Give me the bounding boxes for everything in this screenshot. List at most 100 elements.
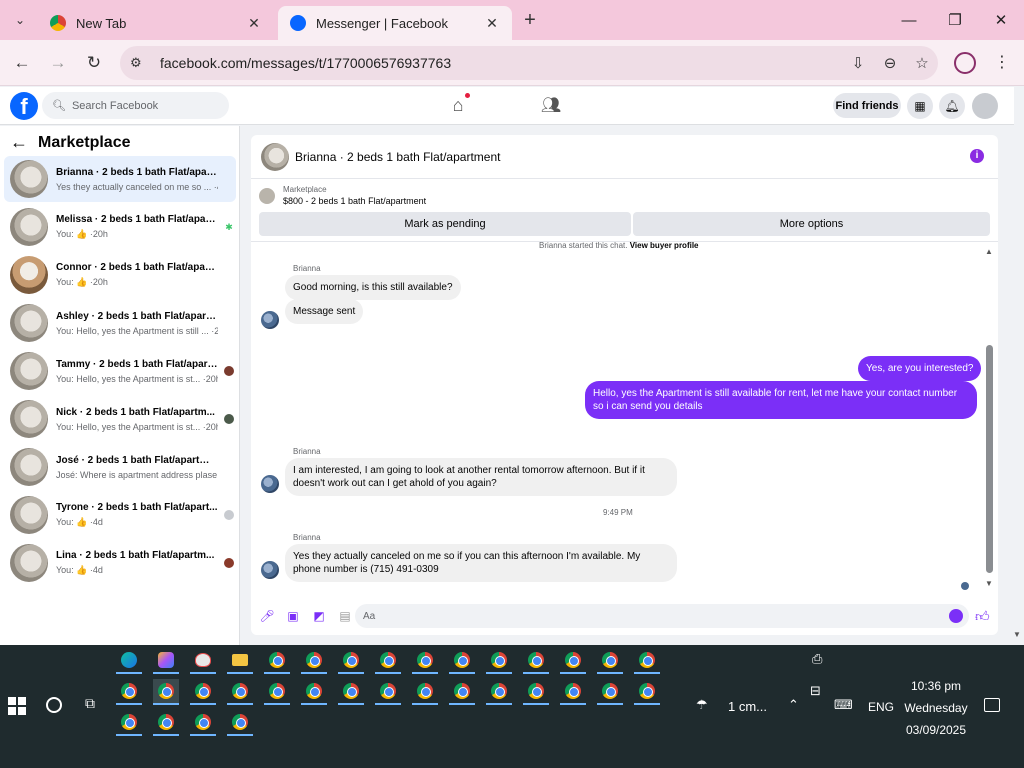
taskbar-app-button[interactable] xyxy=(634,648,660,674)
mark-as-pending-button[interactable]: Mark as pending xyxy=(259,212,631,236)
taskbar-app-button[interactable] xyxy=(634,679,660,705)
facebook-logo[interactable]: f xyxy=(10,92,38,120)
taskbar-app-button[interactable] xyxy=(190,710,216,736)
chat-title[interactable]: Brianna · 2 beds 1 bath Flat/apartment xyxy=(295,150,500,164)
page-scroll-down-arrow-icon[interactable]: ▼ xyxy=(1013,630,1021,639)
taskbar-app-button[interactable] xyxy=(412,679,438,705)
maximize-button[interactable]: ❐ xyxy=(932,0,978,40)
info-icon[interactable]: i xyxy=(970,149,984,163)
url-text[interactable]: facebook.com/messages/t/1770006576937763 xyxy=(160,55,842,71)
sticker-icon[interactable]: ◩ xyxy=(307,609,331,623)
taskbar-app-button[interactable] xyxy=(153,679,179,705)
conversation-item-tammy[interactable]: Tammy · 2 beds 1 bath Flat/apart... You: … xyxy=(4,348,236,394)
find-friends-button[interactable]: Find friends xyxy=(833,93,901,118)
taskbar-app-button[interactable] xyxy=(523,648,549,674)
tab-search-chevron-icon[interactable]: ⌄ xyxy=(8,8,32,32)
zoom-icon[interactable]: ⊖ xyxy=(874,54,906,72)
tab-messenger[interactable]: Messenger | Facebook ✕ xyxy=(278,6,512,40)
notification-center-icon[interactable] xyxy=(984,698,1000,712)
language-indicator[interactable]: ENG xyxy=(868,700,894,714)
taskbar-app-button[interactable] xyxy=(116,679,142,705)
back-arrow-icon[interactable]: ← xyxy=(10,132,28,153)
system-clock[interactable]: 10:36 pm Wednesday 03/09/2025 xyxy=(898,675,974,741)
taskbar-app-button[interactable] xyxy=(560,648,586,674)
taskbar-app-button[interactable] xyxy=(190,648,216,674)
microphone-icon[interactable]: 🎤︎ xyxy=(255,609,279,623)
taskbar-app-button[interactable] xyxy=(116,710,142,736)
message-bubble-incoming[interactable]: Yes they actually canceled on me so if y… xyxy=(285,544,677,582)
camera-icon[interactable]: ⎙ xyxy=(812,651,822,667)
taskbar-app-button[interactable] xyxy=(597,679,623,705)
network-icon[interactable]: ⊟ xyxy=(810,683,821,699)
search-icon[interactable] xyxy=(46,697,62,713)
conversation-item-lina[interactable]: Lina · 2 beds 1 bath Flat/apartm... You: … xyxy=(4,540,236,586)
taskbar-app-button[interactable] xyxy=(486,648,512,674)
friends-icon[interactable]: 👥︎ xyxy=(540,95,562,115)
scroll-down-arrow-icon[interactable]: ▼ xyxy=(985,579,993,588)
message-bubble-outgoing[interactable]: Yes, are you interested? xyxy=(858,356,982,381)
conversation-item-connor[interactable]: Connor · 2 beds 1 bath Flat/apart... You:… xyxy=(4,252,236,298)
notifications-bell-icon[interactable]: 🔔︎ xyxy=(939,93,965,119)
minimize-button[interactable]: — xyxy=(886,0,932,40)
site-info-icon[interactable]: ⚙ xyxy=(130,55,160,71)
browser-menu-icon[interactable]: ⋮ xyxy=(992,52,1012,74)
weather-umbrella-icon[interactable]: ☂ xyxy=(696,697,708,713)
message-bubble-incoming[interactable]: Good morning, is this still available? xyxy=(285,275,461,300)
taskbar-app-button[interactable] xyxy=(449,679,475,705)
chat-scrollbar-thumb[interactable] xyxy=(986,345,993,573)
conversation-item-melissa[interactable]: Melissa · 2 beds 1 bath Flat/apart... You… xyxy=(4,204,236,250)
taskbar-app-button[interactable] xyxy=(597,648,623,674)
photo-icon[interactable]: ▣ xyxy=(281,609,305,623)
taskbar-app-button[interactable] xyxy=(264,648,290,674)
tab-close-icon[interactable]: ✕ xyxy=(484,15,500,32)
message-bubble-incoming[interactable]: I am interested, I am going to look at a… xyxy=(285,458,677,496)
new-tab-button[interactable]: + xyxy=(518,8,542,32)
taskbar-app-button[interactable] xyxy=(449,648,475,674)
conversation-item-tyrone[interactable]: Tyrone · 2 beds 1 bath Flat/apart... You:… xyxy=(4,492,236,538)
back-arrow-icon[interactable]: ← xyxy=(9,50,35,76)
scroll-down-area[interactable]: ▼ xyxy=(985,579,993,589)
account-avatar[interactable] xyxy=(972,93,998,119)
task-view-icon[interactable]: ⧉ xyxy=(80,695,100,713)
menu-grid-icon[interactable]: ▦ xyxy=(907,93,933,119)
message-bubble-incoming[interactable]: Message sent xyxy=(285,299,364,324)
taskbar-app-button[interactable] xyxy=(338,679,364,705)
forward-arrow-icon[interactable]: → xyxy=(45,50,71,76)
taskbar-app-button[interactable] xyxy=(116,648,142,674)
taskbar-app-button[interactable] xyxy=(486,679,512,705)
emoji-icon[interactable] xyxy=(949,609,963,623)
taskbar-app-button[interactable] xyxy=(560,679,586,705)
keyboard-icon[interactable]: ⌨ xyxy=(834,697,853,713)
taskbar-app-button[interactable] xyxy=(338,648,364,674)
address-bar[interactable]: ⚙ facebook.com/messages/t/17700065769377… xyxy=(120,46,938,80)
home-icon[interactable]: ⌂ xyxy=(448,93,470,115)
taskbar-app-button[interactable] xyxy=(227,710,253,736)
weather-text[interactable]: 1 cm... xyxy=(728,699,767,714)
reload-icon[interactable]: ↻ xyxy=(81,50,107,76)
close-window-button[interactable]: ✕ xyxy=(978,0,1024,40)
listing-summary[interactable]: Marketplace $800 - 2 beds 1 bath Flat/ap… xyxy=(259,185,426,206)
conversation-item-ashley[interactable]: Ashley · 2 beds 1 bath Flat/apartm... You… xyxy=(4,300,236,346)
conversation-item-brianna[interactable]: Brianna · 2 beds 1 bath Flat/apart... Yes… xyxy=(4,156,236,202)
taskbar-app-button[interactable] xyxy=(301,679,327,705)
taskbar-app-button[interactable] xyxy=(153,648,179,674)
taskbar-app-button[interactable] xyxy=(264,679,290,705)
conversation-item-jose[interactable]: José · 2 beds 1 bath Flat/apartment José:… xyxy=(4,444,236,490)
bookmark-star-icon[interactable]: ☆ xyxy=(906,54,938,72)
taskbar-app-button[interactable] xyxy=(523,679,549,705)
taskbar-app-button[interactable] xyxy=(375,679,401,705)
conversation-item-nick[interactable]: Nick · 2 beds 1 bath Flat/apartm... You: … xyxy=(4,396,236,442)
gif-icon[interactable]: ▤ xyxy=(333,609,357,623)
taskbar-app-button[interactable] xyxy=(375,648,401,674)
more-options-button[interactable]: More options xyxy=(633,212,990,236)
view-buyer-profile-link[interactable]: View buyer profile xyxy=(630,241,699,250)
chevron-up-icon[interactable]: ⌃ xyxy=(788,697,799,713)
tab-close-icon[interactable]: ✕ xyxy=(246,15,262,32)
taskbar-app-button[interactable] xyxy=(301,648,327,674)
taskbar-app-button[interactable] xyxy=(227,648,253,674)
message-input[interactable]: Aa xyxy=(355,604,969,628)
taskbar-app-button[interactable] xyxy=(412,648,438,674)
profile-icon[interactable] xyxy=(954,52,976,74)
taskbar-app-button[interactable] xyxy=(227,679,253,705)
tab-new-tab[interactable]: New Tab ✕ xyxy=(38,6,274,40)
